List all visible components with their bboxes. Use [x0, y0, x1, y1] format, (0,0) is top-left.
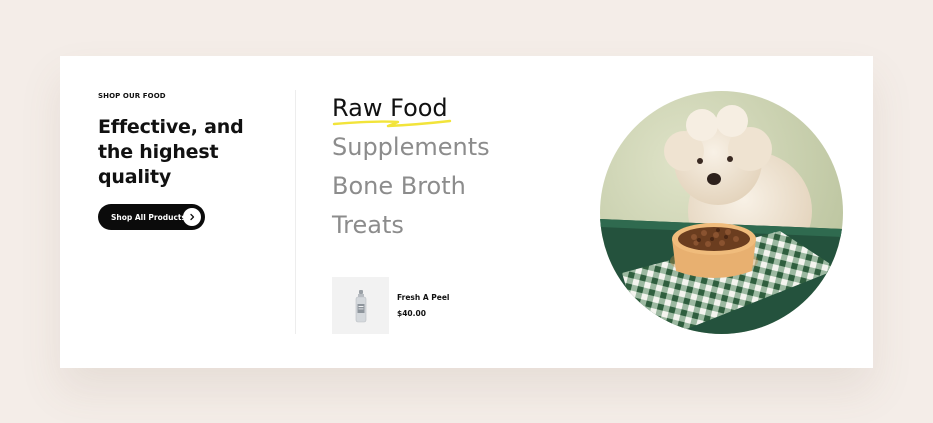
category-treats[interactable]: Treats [332, 206, 490, 245]
category-label: Bone Broth [332, 172, 466, 200]
section-headline: Effective, and the highest quality [98, 115, 288, 190]
shop-food-section: SHOP OUR FOOD Effective, and the highest… [60, 56, 873, 368]
product-name[interactable]: Fresh A Peel [397, 293, 450, 302]
product-price: $40.00 [397, 309, 426, 318]
category-bone-broth[interactable]: Bone Broth [332, 167, 490, 206]
product-thumbnail[interactable] [332, 277, 389, 334]
headline-line: quality [98, 166, 172, 188]
shop-all-products-button[interactable]: Shop All Products [98, 204, 205, 230]
shop-all-products-label: Shop All Products [111, 212, 186, 222]
intro-column: SHOP OUR FOOD Effective, and the highest… [98, 92, 288, 230]
headline-line: Effective, and [98, 116, 244, 138]
section-eyebrow: SHOP OUR FOOD [98, 92, 166, 100]
category-label: Supplements [332, 133, 490, 161]
category-label: Treats [332, 211, 404, 239]
category-list: Raw Food Supplements Bone Broth Treats [332, 89, 490, 245]
featured-product-card[interactable]: Fresh A Peel $40.00 [332, 277, 450, 334]
category-raw-food[interactable]: Raw Food [332, 89, 490, 128]
category-supplements[interactable]: Supplements [332, 128, 490, 167]
product-info: Fresh A Peel $40.00 [397, 293, 450, 318]
column-divider [295, 90, 296, 334]
dog-food-photo [600, 91, 843, 334]
bottle-icon [355, 289, 366, 322]
headline-line: the highest [98, 141, 219, 163]
chevron-right-icon [183, 208, 201, 226]
